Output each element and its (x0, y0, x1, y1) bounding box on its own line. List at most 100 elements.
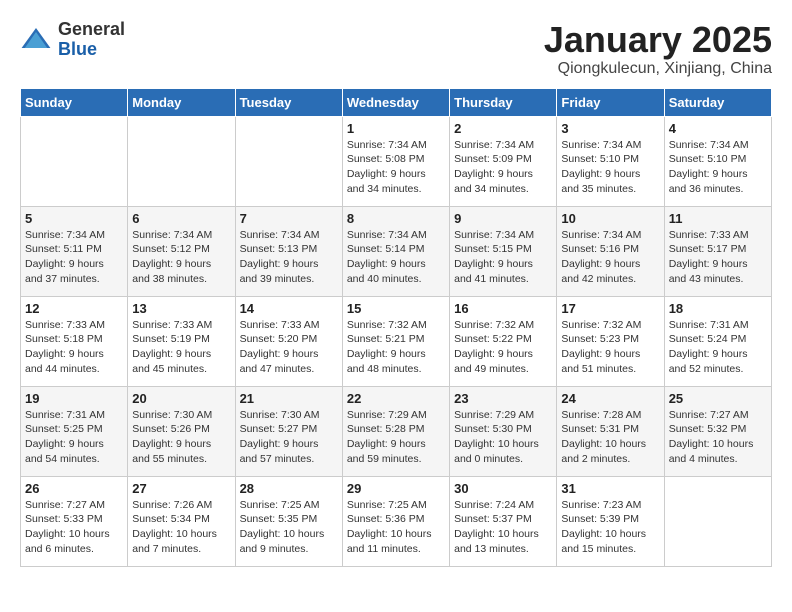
calendar-cell: 23 Sunrise: 7:29 AMSunset: 5:30 PMDayligh… (450, 386, 557, 476)
logo-icon (20, 24, 52, 56)
weekday-header: Monday (128, 88, 235, 116)
day-number: 1 (347, 121, 445, 136)
day-number: 26 (25, 481, 123, 496)
day-number: 17 (561, 301, 659, 316)
day-info: Sunrise: 7:27 AMSunset: 5:33 PMDaylight:… (25, 498, 123, 557)
day-info: Sunrise: 7:23 AMSunset: 5:39 PMDaylight:… (561, 498, 659, 557)
weekday-header: Thursday (450, 88, 557, 116)
calendar-cell: 8 Sunrise: 7:34 AMSunset: 5:14 PMDaylight… (342, 206, 449, 296)
day-info: Sunrise: 7:34 AMSunset: 5:13 PMDaylight:… (240, 228, 338, 287)
day-number: 8 (347, 211, 445, 226)
calendar-cell: 26 Sunrise: 7:27 AMSunset: 5:33 PMDayligh… (21, 476, 128, 566)
calendar-cell (21, 116, 128, 206)
calendar-cell (235, 116, 342, 206)
day-number: 31 (561, 481, 659, 496)
logo-general: General (58, 19, 125, 39)
calendar-week-row: 12Sunrise: 7:33 AMSunset: 5:18 PMDayligh… (21, 296, 772, 386)
day-info: Sunrise: 7:26 AMSunset: 5:34 PMDaylight:… (132, 498, 230, 557)
calendar-cell: 24 Sunrise: 7:28 AMSunset: 5:31 PMDayligh… (557, 386, 664, 476)
day-number: 23 (454, 391, 552, 406)
day-info: Sunrise: 7:24 AMSunset: 5:37 PMDaylight:… (454, 498, 552, 557)
day-info: Sunrise: 7:31 AMSunset: 5:24 PMDaylight:… (669, 318, 767, 377)
page-header: General Blue January 2025 Qiongkulecun, … (20, 20, 772, 78)
day-info: Sunrise: 7:30 AMSunset: 5:27 PMDaylight:… (240, 408, 338, 467)
logo-text: General Blue (58, 20, 125, 60)
calendar-cell: 12Sunrise: 7:33 AMSunset: 5:18 PMDayligh… (21, 296, 128, 386)
day-info: Sunrise: 7:30 AMSunset: 5:26 PMDaylight:… (132, 408, 230, 467)
day-info: Sunrise: 7:27 AMSunset: 5:32 PMDaylight:… (669, 408, 767, 467)
day-info: Sunrise: 7:34 AMSunset: 5:08 PMDaylight:… (347, 138, 445, 197)
day-info: Sunrise: 7:25 AMSunset: 5:35 PMDaylight:… (240, 498, 338, 557)
calendar-cell: 20 Sunrise: 7:30 AMSunset: 5:26 PMDayligh… (128, 386, 235, 476)
day-info: Sunrise: 7:32 AMSunset: 5:22 PMDaylight:… (454, 318, 552, 377)
day-info: Sunrise: 7:34 AMSunset: 5:12 PMDaylight:… (132, 228, 230, 287)
weekday-header-row: SundayMondayTuesdayWednesdayThursdayFrid… (21, 88, 772, 116)
calendar-cell: 13Sunrise: 7:33 AMSunset: 5:19 PMDayligh… (128, 296, 235, 386)
day-info: Sunrise: 7:29 AMSunset: 5:30 PMDaylight:… (454, 408, 552, 467)
day-info: Sunrise: 7:34 AMSunset: 5:16 PMDaylight:… (561, 228, 659, 287)
calendar-cell: 3 Sunrise: 7:34 AMSunset: 5:10 PMDaylight… (557, 116, 664, 206)
day-number: 20 (132, 391, 230, 406)
calendar-cell: 11 Sunrise: 7:33 AMSunset: 5:17 PMDayligh… (664, 206, 771, 296)
calendar-cell: 17 Sunrise: 7:32 AMSunset: 5:23 PMDayligh… (557, 296, 664, 386)
day-info: Sunrise: 7:34 AMSunset: 5:14 PMDaylight:… (347, 228, 445, 287)
day-number: 22 (347, 391, 445, 406)
day-number: 11 (669, 211, 767, 226)
day-info: Sunrise: 7:34 AMSunset: 5:15 PMDaylight:… (454, 228, 552, 287)
day-number: 3 (561, 121, 659, 136)
calendar-cell: 14 Sunrise: 7:33 AMSunset: 5:20 PMDayligh… (235, 296, 342, 386)
page-title: January 2025 (544, 20, 772, 60)
day-info: Sunrise: 7:25 AMSunset: 5:36 PMDaylight:… (347, 498, 445, 557)
day-info: Sunrise: 7:31 AMSunset: 5:25 PMDaylight:… (25, 408, 123, 467)
day-number: 5 (25, 211, 123, 226)
calendar-cell: 2 Sunrise: 7:34 AMSunset: 5:09 PMDaylight… (450, 116, 557, 206)
day-info: Sunrise: 7:34 AMSunset: 5:09 PMDaylight:… (454, 138, 552, 197)
day-number: 14 (240, 301, 338, 316)
calendar-cell: 21 Sunrise: 7:30 AMSunset: 5:27 PMDayligh… (235, 386, 342, 476)
day-info: Sunrise: 7:29 AMSunset: 5:28 PMDaylight:… (347, 408, 445, 467)
title-block: January 2025 Qiongkulecun, Xinjiang, Chi… (544, 20, 772, 78)
day-number: 21 (240, 391, 338, 406)
day-number: 9 (454, 211, 552, 226)
calendar-cell: 15Sunrise: 7:32 AMSunset: 5:21 PMDayligh… (342, 296, 449, 386)
weekday-header: Wednesday (342, 88, 449, 116)
day-number: 7 (240, 211, 338, 226)
logo: General Blue (20, 20, 125, 60)
calendar-cell: 31 Sunrise: 7:23 AMSunset: 5:39 PMDayligh… (557, 476, 664, 566)
day-number: 29 (347, 481, 445, 496)
day-info: Sunrise: 7:33 AMSunset: 5:18 PMDaylight:… (25, 318, 123, 377)
weekday-header: Sunday (21, 88, 128, 116)
day-info: Sunrise: 7:33 AMSunset: 5:20 PMDaylight:… (240, 318, 338, 377)
calendar-week-row: 26 Sunrise: 7:27 AMSunset: 5:33 PMDayligh… (21, 476, 772, 566)
page-subtitle: Qiongkulecun, Xinjiang, China (544, 60, 772, 78)
day-info: Sunrise: 7:33 AMSunset: 5:19 PMDaylight:… (132, 318, 230, 377)
calendar-week-row: 5 Sunrise: 7:34 AMSunset: 5:11 PMDaylight… (21, 206, 772, 296)
day-number: 4 (669, 121, 767, 136)
calendar-cell: 10 Sunrise: 7:34 AMSunset: 5:16 PMDayligh… (557, 206, 664, 296)
calendar-week-row: 19 Sunrise: 7:31 AMSunset: 5:25 PMDayligh… (21, 386, 772, 476)
day-number: 18 (669, 301, 767, 316)
day-number: 6 (132, 211, 230, 226)
day-number: 10 (561, 211, 659, 226)
calendar-cell: 29 Sunrise: 7:25 AMSunset: 5:36 PMDayligh… (342, 476, 449, 566)
calendar-cell: 16 Sunrise: 7:32 AMSunset: 5:22 PMDayligh… (450, 296, 557, 386)
logo-blue: Blue (58, 39, 97, 59)
calendar-cell (664, 476, 771, 566)
calendar-cell: 22 Sunrise: 7:29 AMSunset: 5:28 PMDayligh… (342, 386, 449, 476)
calendar-cell: 27Sunrise: 7:26 AMSunset: 5:34 PMDayligh… (128, 476, 235, 566)
calendar-cell: 25Sunrise: 7:27 AMSunset: 5:32 PMDayligh… (664, 386, 771, 476)
calendar-cell: 28 Sunrise: 7:25 AMSunset: 5:35 PMDayligh… (235, 476, 342, 566)
day-info: Sunrise: 7:33 AMSunset: 5:17 PMDaylight:… (669, 228, 767, 287)
day-number: 2 (454, 121, 552, 136)
day-number: 28 (240, 481, 338, 496)
day-info: Sunrise: 7:28 AMSunset: 5:31 PMDaylight:… (561, 408, 659, 467)
calendar-cell: 1 Sunrise: 7:34 AMSunset: 5:08 PMDaylight… (342, 116, 449, 206)
day-number: 19 (25, 391, 123, 406)
day-info: Sunrise: 7:32 AMSunset: 5:21 PMDaylight:… (347, 318, 445, 377)
calendar-week-row: 1 Sunrise: 7:34 AMSunset: 5:08 PMDaylight… (21, 116, 772, 206)
day-info: Sunrise: 7:34 AMSunset: 5:11 PMDaylight:… (25, 228, 123, 287)
day-info: Sunrise: 7:32 AMSunset: 5:23 PMDaylight:… (561, 318, 659, 377)
day-info: Sunrise: 7:34 AMSunset: 5:10 PMDaylight:… (561, 138, 659, 197)
day-number: 24 (561, 391, 659, 406)
day-number: 16 (454, 301, 552, 316)
